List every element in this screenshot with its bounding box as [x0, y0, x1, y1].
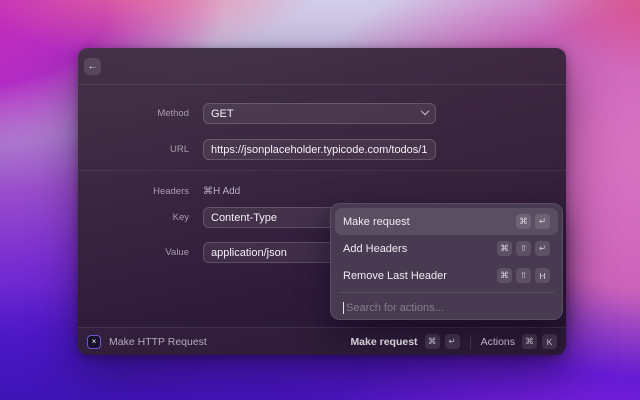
enter-key-icon: ↵ [535, 241, 550, 256]
popup-item-label: Make request [343, 215, 410, 228]
status-bar: × Make HTTP Request Make request ⌘ ↵ Act… [78, 327, 566, 355]
cmd-key-icon: ⌘ [522, 334, 537, 349]
k-key-icon: K [542, 334, 557, 349]
search-placeholder: Search for actions... [346, 302, 444, 314]
method-row: Method GET [78, 103, 436, 124]
add-header-shortcut-hint[interactable]: ⌘H Add [203, 186, 240, 197]
actions-search-input[interactable]: Search for actions... [335, 296, 558, 320]
cmd-key-icon: ⌘ [497, 268, 512, 283]
statusbar-divider [469, 334, 471, 349]
enter-key-icon: ↵ [535, 214, 550, 229]
shift-key-icon: ⇧ [516, 241, 531, 256]
extension-icon-glyph: × [91, 337, 97, 346]
form-section-divider [78, 170, 566, 171]
popup-divider [339, 292, 554, 293]
url-row: URL https://jsonplaceholder.typicode.com… [78, 139, 436, 160]
h-key-icon: H [535, 268, 550, 283]
text-caret [343, 302, 344, 314]
shift-key-icon: ⇧ [516, 268, 531, 283]
actions-popup: Make request ⌘ ↵ Add Headers ⌘ ⇧ ↵ Remov… [330, 203, 563, 320]
chevron-down-icon [420, 106, 430, 115]
actions-menu-button[interactable]: Actions [481, 336, 515, 348]
headers-label: Headers [153, 185, 189, 197]
method-label: Method [157, 108, 189, 119]
key-label: Key [172, 212, 189, 223]
cmd-key-icon: ⌘ [497, 241, 512, 256]
popup-item-remove-last-header[interactable]: Remove Last Header ⌘ ⇧ H [335, 262, 558, 289]
window-header: ← [78, 48, 566, 85]
popup-item-label: Remove Last Header [343, 269, 447, 282]
popup-item-make-request[interactable]: Make request ⌘ ↵ [335, 208, 558, 235]
cmd-key-icon: ⌘ [516, 214, 531, 229]
cmd-key-icon: ⌘ [424, 334, 440, 349]
method-dropdown[interactable]: GET [203, 103, 436, 124]
popup-item-add-headers[interactable]: Add Headers ⌘ ⇧ ↵ [335, 235, 558, 262]
value-label: Value [165, 247, 189, 258]
popup-item-label: Add Headers [343, 242, 408, 255]
value-value: application/json [211, 246, 287, 259]
headers-row: Headers ⌘H Add [78, 182, 240, 200]
url-input[interactable]: https://jsonplaceholder.typicode.com/tod… [203, 139, 436, 160]
url-value: https://jsonplaceholder.typicode.com/tod… [211, 143, 428, 156]
raycast-window: ← Method GET URL https://jsonplaceholder… [78, 48, 566, 355]
key-value: Content-Type [211, 211, 278, 224]
back-arrow-icon: ← [87, 60, 98, 72]
extension-name: Make HTTP Request [109, 335, 207, 348]
primary-action-button[interactable]: Make request [350, 336, 417, 348]
url-label: URL [169, 144, 189, 155]
enter-key-icon: ↵ [444, 334, 460, 349]
back-button[interactable]: ← [84, 57, 101, 75]
extension-icon: × [87, 334, 101, 349]
method-value: GET [211, 107, 234, 120]
